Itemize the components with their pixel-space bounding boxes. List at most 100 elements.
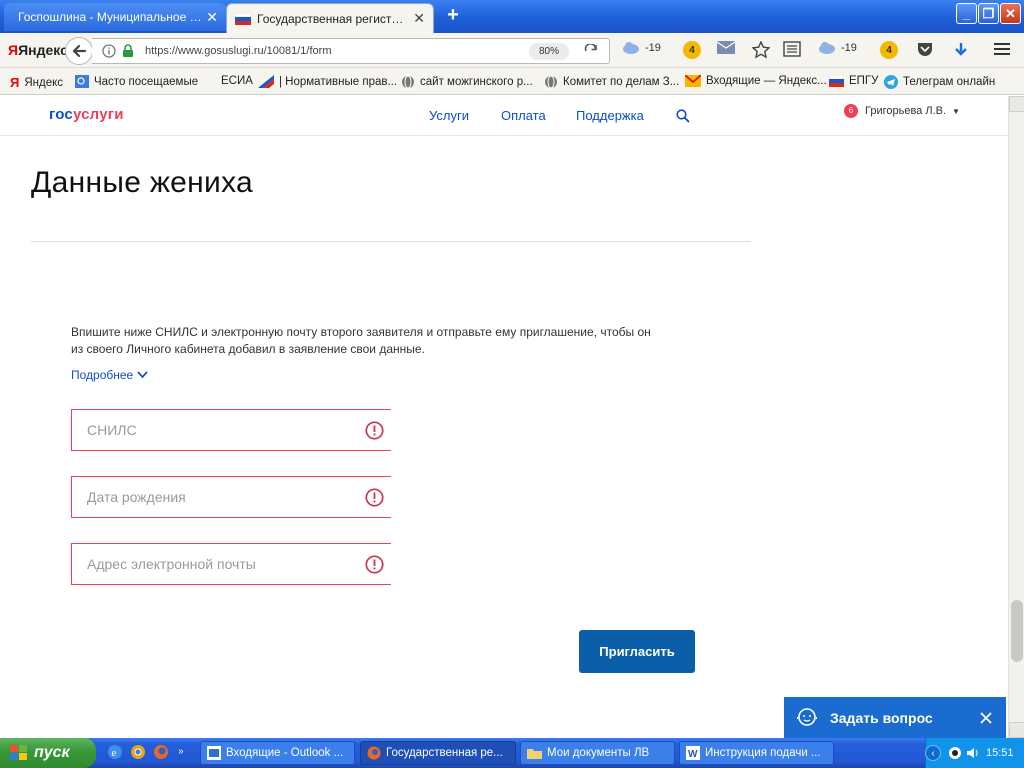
yandex-mail-counter-2[interactable]: 4 xyxy=(880,41,898,59)
firefox-icon[interactable] xyxy=(153,744,169,760)
ie-icon[interactable]: e xyxy=(107,744,123,760)
bookmark-committee[interactable]: Комитет по делам З... xyxy=(544,75,679,89)
zoom-indicator[interactable]: 80% xyxy=(529,43,569,60)
error-icon xyxy=(365,555,384,574)
notification-badge[interactable]: 6 xyxy=(844,104,858,118)
bookmark-label: сайт можгинского р... xyxy=(420,76,533,88)
bookmark-telegram[interactable]: Телеграм онлайн xyxy=(884,75,995,89)
chevron-down-icon: ▼ xyxy=(952,106,960,116)
weather-widget-2[interactable]: -19 xyxy=(818,41,857,55)
bookmark-esia[interactable]: ЕСИА xyxy=(221,75,253,87)
taskbar-outlook[interactable]: Входящие - Outlook ... xyxy=(200,741,355,765)
svg-text:e: e xyxy=(112,747,117,759)
weather-widget[interactable]: -19 xyxy=(622,41,661,55)
maximize-button[interactable]: ❐ xyxy=(978,3,999,24)
taskbar-my-documents[interactable]: Мои документы ЛВ xyxy=(520,741,675,765)
pocket-icon[interactable] xyxy=(916,41,934,57)
nav-support[interactable]: Поддержка xyxy=(576,108,644,123)
minimize-button[interactable]: _ xyxy=(956,3,977,24)
scrollbar-thumb[interactable] xyxy=(1011,600,1023,662)
taskbar-firefox[interactable]: Государственная ре... xyxy=(360,741,516,765)
tab-label: Государственная регистра... xyxy=(257,11,410,26)
folder-search-icon xyxy=(75,75,89,88)
snils-input[interactable] xyxy=(72,410,352,450)
chevron-down-icon xyxy=(137,371,148,379)
scroll-down-button[interactable] xyxy=(1009,722,1024,738)
yandex-brand-label: Яндекс xyxy=(18,42,68,58)
ask-question-widget[interactable]: Задать вопрос xyxy=(784,697,1006,738)
tab-gos-registration[interactable]: Государственная регистра... ✕ xyxy=(226,3,434,33)
new-tab-button[interactable]: + xyxy=(442,5,464,27)
user-profile-menu[interactable]: 6 Григорьева Л.В. ▼ xyxy=(844,104,960,118)
scroll-up-button[interactable] xyxy=(1009,96,1024,112)
tray-app-icon[interactable] xyxy=(947,746,963,760)
yandex-brand: ЯЯндекс xyxy=(8,42,68,58)
nav-services[interactable]: Услуги xyxy=(429,108,469,123)
search-icon[interactable] xyxy=(676,109,690,126)
task-label: Входящие - Outlook ... xyxy=(226,747,344,759)
title-divider xyxy=(31,241,751,242)
nav-payment[interactable]: Оплата xyxy=(501,108,546,123)
bookmark-label: ЕПГУ xyxy=(849,75,879,87)
reading-list-icon[interactable] xyxy=(783,41,801,57)
ask-question-label: Задать вопрос xyxy=(830,709,933,726)
chrome-icon[interactable] xyxy=(130,744,146,760)
error-icon xyxy=(365,488,384,507)
start-button[interactable]: пуск xyxy=(0,738,96,768)
tray-expand-icon[interactable]: ‹ xyxy=(925,745,941,761)
volume-icon[interactable] xyxy=(966,746,980,760)
url-text: https://www.gosuslugi.ru/10081/1/form xyxy=(145,45,332,57)
birthdate-input[interactable] xyxy=(72,477,352,517)
telegram-icon xyxy=(884,75,898,89)
info-icon[interactable] xyxy=(102,44,116,58)
more-link[interactable]: Подробнее xyxy=(71,368,148,382)
task-label: Инструкция подачи ... xyxy=(705,747,821,759)
bookmark-normative[interactable]: | Нормативные прав... xyxy=(258,75,397,88)
close-window-button[interactable]: ✕ xyxy=(1000,3,1021,24)
word-icon: W xyxy=(686,746,700,760)
bookmark-inbox-yandex[interactable]: Входящие — Яндекс... xyxy=(685,75,827,87)
reload-icon[interactable] xyxy=(584,44,598,58)
bookmark-label: | Нормативные прав... xyxy=(279,75,398,88)
logo-part-1: гос xyxy=(49,106,73,123)
bookmark-star-icon[interactable] xyxy=(752,41,770,59)
close-tab-icon[interactable]: ✕ xyxy=(206,9,218,26)
taskbar-word-doc[interactable]: W Инструкция подачи ... xyxy=(679,741,834,765)
browser-toolbar: ЯЯндекс https://www.gosuslugi.ru/10081/1… xyxy=(0,33,1024,68)
bookmark-yandex[interactable]: Я Яндекс xyxy=(10,75,63,90)
tricolor-icon xyxy=(258,75,274,88)
menu-icon[interactable] xyxy=(993,41,1011,57)
russian-flag-icon xyxy=(235,12,251,25)
error-icon xyxy=(365,421,384,440)
windows-taskbar: пуск e » Входящие - Outlook ... Государс… xyxy=(0,738,1024,768)
bookmark-frequent[interactable]: Часто посещаемые xyxy=(75,75,198,88)
quicklaunch-expand-icon[interactable]: » xyxy=(178,746,184,757)
address-bar[interactable]: https://www.gosuslugi.ru/10081/1/form 80… xyxy=(92,38,610,64)
page-scrollbar[interactable] xyxy=(1008,96,1024,738)
folder-icon xyxy=(527,747,542,759)
task-label: Государственная ре... xyxy=(386,747,503,759)
back-arrow-icon xyxy=(72,44,87,58)
globe-icon xyxy=(544,75,558,89)
download-icon[interactable] xyxy=(952,41,970,59)
mail-icon[interactable] xyxy=(717,41,735,54)
clock: 15:51 xyxy=(986,747,1014,759)
bookmarks-bar: Я Яндекс Часто посещаемые ЕСИА | Норматив… xyxy=(0,68,1024,95)
email-input[interactable] xyxy=(72,544,352,584)
tab-gosposhlina[interactable]: Госпошлина - Муниципальное о... ✕ xyxy=(4,3,226,31)
task-label: Мои документы ЛВ xyxy=(547,747,650,759)
bookmark-epgu[interactable]: ЕПГУ xyxy=(829,75,878,87)
bookmark-label: Входящие — Яндекс... xyxy=(706,75,827,87)
weather-temp: -19 xyxy=(841,42,857,54)
invite-button[interactable]: Пригласить xyxy=(579,630,695,673)
outlook-icon xyxy=(207,746,221,760)
yandex-mail-counter[interactable]: 4 xyxy=(683,41,701,59)
page-title: Данные жениха xyxy=(31,166,254,199)
close-icon[interactable] xyxy=(980,711,992,724)
bookmark-label: ЕСИА xyxy=(221,75,253,87)
close-tab-icon[interactable]: ✕ xyxy=(413,10,425,27)
lock-icon[interactable] xyxy=(122,44,134,58)
back-button[interactable] xyxy=(65,37,93,65)
gosuslugi-logo[interactable]: госуслуги xyxy=(49,106,124,123)
bookmark-mozhga-site[interactable]: сайт можгинского р... xyxy=(401,75,533,89)
